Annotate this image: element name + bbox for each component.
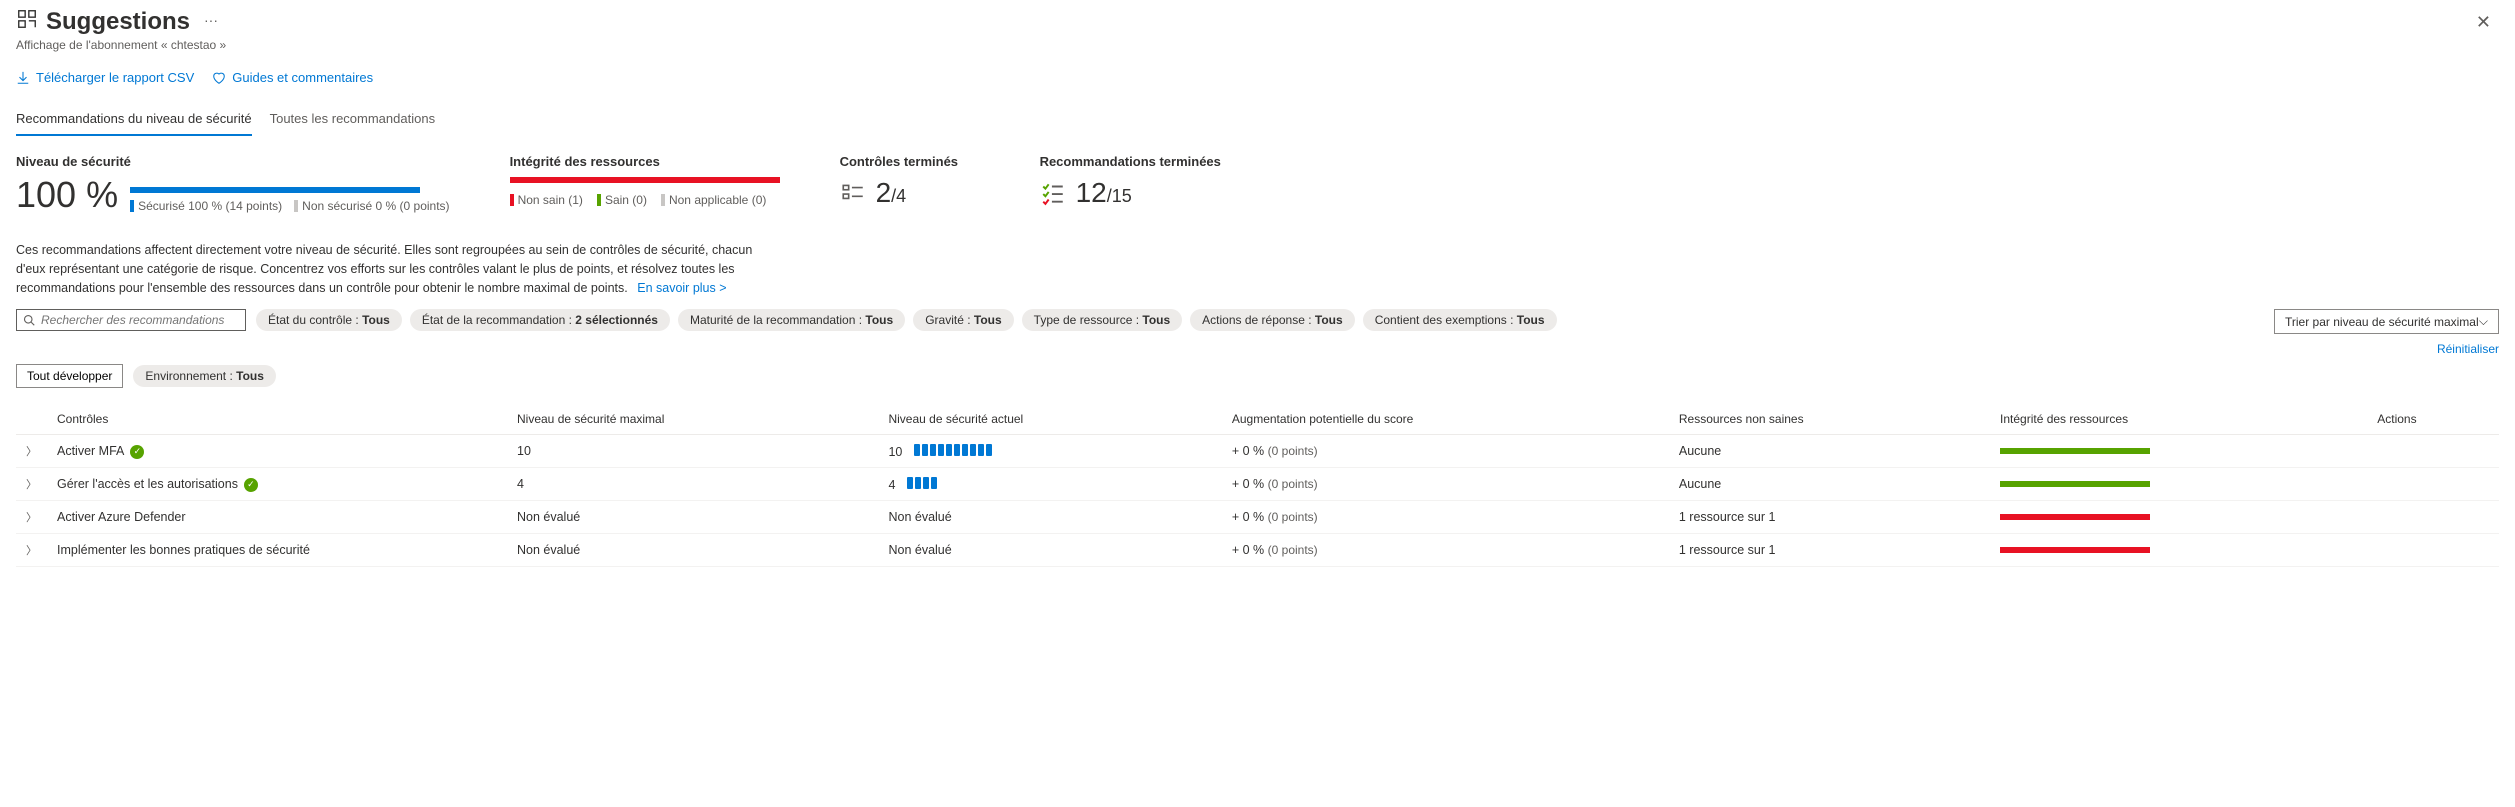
expand-chevron-icon[interactable]: 〉 (26, 512, 37, 524)
resource-health-bar (1990, 468, 2367, 501)
score-segments (914, 444, 992, 456)
controls-done: 2 (876, 177, 892, 208)
secure-score-bar (130, 187, 420, 193)
secure-score-value: 100 % (16, 177, 118, 213)
legend-healthy: Sain (0) (605, 193, 647, 207)
secure-score-block: Niveau de sécurité 100 % Sécurisé 100 % … (16, 154, 450, 213)
max-score: 10 (507, 435, 878, 468)
row-actions[interactable] (2367, 534, 2499, 567)
health-bar (510, 177, 780, 183)
potential-increase: + 0 % (0 points) (1222, 435, 1669, 468)
table-row[interactable]: 〉Activer Azure DefenderNon évaluéNon éva… (16, 501, 2499, 534)
learn-more-link[interactable]: En savoir plus > (637, 281, 726, 295)
filter-environment[interactable]: Environnement : Tous (133, 365, 276, 387)
controls-complete-block: Contrôles terminés 2/4 (840, 154, 980, 213)
search-input[interactable] (41, 313, 239, 327)
col-health[interactable]: Intégrité des ressources (1990, 404, 2367, 435)
resource-health-bar (1990, 435, 2367, 468)
legend-unsecured: Non sécurisé 0 % (0 points) (302, 199, 449, 213)
controls-table: Contrôles Niveau de sécurité maximal Niv… (16, 404, 2499, 567)
search-box[interactable] (16, 309, 246, 331)
unhealthy-resources: Aucune (1669, 468, 1990, 501)
completed-check-icon: ✓ (244, 478, 258, 492)
reset-filters-link[interactable]: Réinitialiser (2437, 342, 2499, 356)
expand-all-button[interactable]: Tout développer (16, 364, 123, 388)
col-max[interactable]: Niveau de sécurité maximal (507, 404, 878, 435)
sort-dropdown[interactable]: Trier par niveau de sécurité maximal ⌵ (2274, 309, 2499, 334)
completed-check-icon: ✓ (130, 445, 144, 459)
list-check-icon (1040, 180, 1066, 206)
page-title: Suggestions (46, 8, 190, 36)
recs-total: /15 (1107, 186, 1132, 206)
potential-increase: + 0 % (0 points) (1222, 534, 1669, 567)
heart-icon (212, 71, 226, 85)
current-score: Non évalué (878, 534, 1221, 567)
current-score: 10 (878, 435, 1221, 468)
checklist-icon (840, 180, 866, 206)
search-icon (23, 314, 35, 326)
legend-secured: Sécurisé 100 % (14 points) (138, 199, 282, 213)
legend-na: Non applicable (0) (669, 193, 766, 207)
potential-increase: + 0 % (0 points) (1222, 468, 1669, 501)
chevron-down-icon: ⌵ (2479, 314, 2488, 329)
max-score: 4 (507, 468, 878, 501)
filter-severity[interactable]: Gravité : Tous (913, 309, 1013, 331)
recs-complete-block: Recommandations terminées 12/15 (1040, 154, 1221, 213)
controls-total: /4 (891, 186, 906, 206)
recommendations-icon (16, 8, 38, 30)
resource-health-block: Intégrité des ressources Non sain (1) Sa… (510, 154, 780, 213)
controls-title: Contrôles terminés (840, 154, 980, 169)
expand-chevron-icon[interactable]: 〉 (26, 479, 37, 491)
close-button[interactable]: ✕ (2468, 8, 2499, 37)
filter-resource-type[interactable]: Type de ressource : Tous (1022, 309, 1183, 331)
unhealthy-resources: 1 ressource sur 1 (1669, 534, 1990, 567)
tab-all-recs[interactable]: Toutes les recommandations (270, 105, 435, 136)
resource-health-bar (1990, 534, 2367, 567)
col-current[interactable]: Niveau de sécurité actuel (878, 404, 1221, 435)
unhealthy-resources: 1 ressource sur 1 (1669, 501, 1990, 534)
potential-increase: + 0 % (0 points) (1222, 501, 1669, 534)
col-actions[interactable]: Actions (2367, 404, 2499, 435)
control-name[interactable]: Activer Azure Defender (47, 501, 507, 534)
row-actions[interactable] (2367, 435, 2499, 468)
download-csv-button[interactable]: Télécharger le rapport CSV (16, 70, 194, 85)
row-actions[interactable] (2367, 501, 2499, 534)
secure-score-title: Niveau de sécurité (16, 154, 450, 169)
max-score: Non évalué (507, 534, 878, 567)
score-segments (907, 477, 937, 489)
table-row[interactable]: 〉Activer MFA✓1010+ 0 % (0 points)Aucune (16, 435, 2499, 468)
feedback-button[interactable]: Guides et commentaires (212, 70, 373, 85)
max-score: Non évalué (507, 501, 878, 534)
more-menu[interactable]: ··· (198, 8, 224, 32)
page-subtitle: Affichage de l'abonnement « chtestao » (16, 38, 226, 52)
unhealthy-resources: Aucune (1669, 435, 1990, 468)
table-row[interactable]: 〉 Implémenter les bonnes pratiques de séc… (16, 534, 2499, 567)
col-controls[interactable]: Contrôles (47, 404, 507, 435)
download-icon (16, 71, 30, 85)
col-increase[interactable]: Augmentation potentielle du score (1222, 404, 1669, 435)
table-row[interactable]: 〉Gérer l'accès et les autorisations✓44+ … (16, 468, 2499, 501)
col-unhealthy[interactable]: Ressources non saines (1669, 404, 1990, 435)
current-score: Non évalué (878, 501, 1221, 534)
row-actions[interactable] (2367, 468, 2499, 501)
control-name[interactable]: Implémenter les bonnes pratiques de sécu… (47, 534, 507, 567)
expand-chevron-icon[interactable]: 〉 (26, 446, 37, 458)
filter-response-actions[interactable]: Actions de réponse : Tous (1190, 309, 1355, 331)
filter-control-state[interactable]: État du contrôle : Tous (256, 309, 402, 331)
control-name[interactable]: Gérer l'accès et les autorisations✓ (47, 468, 507, 501)
legend-unhealthy: Non sain (1) (518, 193, 583, 207)
expand-chevron-icon[interactable]: 〉 (26, 545, 37, 557)
filter-exemptions[interactable]: Contient des exemptions : Tous (1363, 309, 1557, 331)
health-title: Intégrité des ressources (510, 154, 780, 169)
current-score: 4 (878, 468, 1221, 501)
filter-rec-state[interactable]: État de la recommandation : 2 sélectionn… (410, 309, 670, 331)
control-name[interactable]: Activer MFA✓ (47, 435, 507, 468)
tab-security-score-recs[interactable]: Recommandations du niveau de sécurité (16, 105, 252, 136)
resource-health-bar (1990, 501, 2367, 534)
filter-maturity[interactable]: Maturité de la recommandation : Tous (678, 309, 905, 331)
recs-title: Recommandations terminées (1040, 154, 1221, 169)
recs-done: 12 (1076, 177, 1107, 208)
